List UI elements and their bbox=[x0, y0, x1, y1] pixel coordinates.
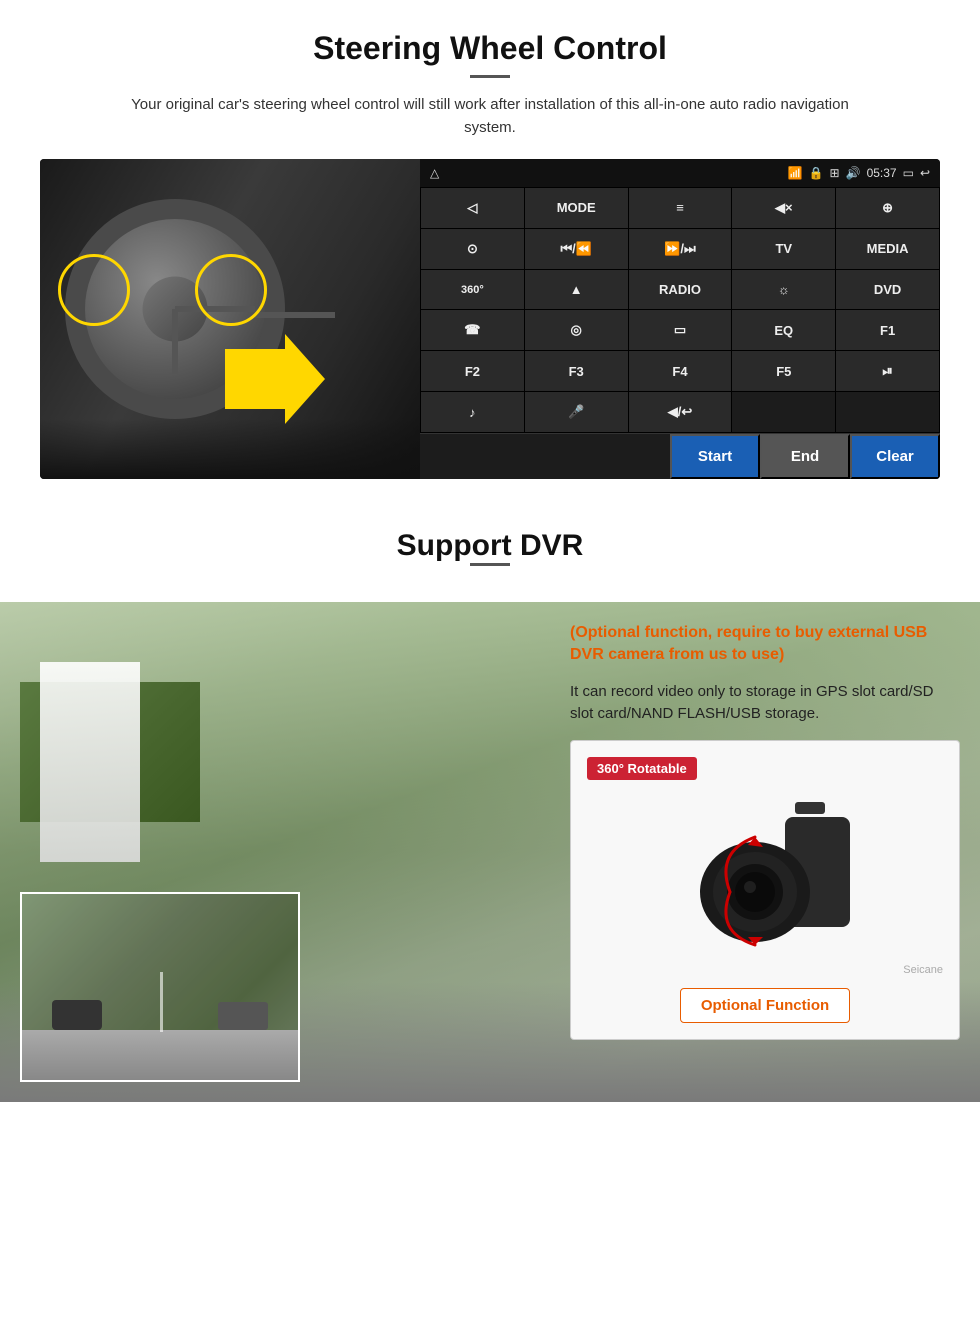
btn-360[interactable]: 360° bbox=[421, 270, 524, 310]
dvr-title: Support DVR bbox=[40, 529, 940, 563]
wifi-icon: 📶 bbox=[788, 166, 803, 180]
ui-panel: △ 📶 🔒 ⊞ 🔊 05:37 ▭ ↩ ◁ MODE ≡ bbox=[420, 159, 940, 479]
btn-row-4: ☎ ◎ ▭ EQ F1 bbox=[421, 310, 939, 350]
button-grid: ◁ MODE ≡ ◀× ⊕ ⊙ ⏮/⏪ ⏩/⏭ TV MEDIA 360° bbox=[420, 187, 940, 433]
home-icon: △ bbox=[430, 166, 439, 180]
steering-section: Steering Wheel Control Your original car… bbox=[0, 0, 980, 499]
btn-mode[interactable]: MODE bbox=[525, 188, 628, 228]
status-left: △ bbox=[430, 166, 439, 180]
clear-button[interactable]: Clear bbox=[850, 434, 940, 479]
btn-mic[interactable]: 🎤 bbox=[525, 392, 628, 432]
btn-media[interactable]: MEDIA bbox=[836, 229, 939, 269]
inset-car-2 bbox=[218, 1002, 268, 1030]
watermark: Seicane bbox=[587, 964, 943, 976]
btn-f5[interactable]: F5 bbox=[732, 351, 835, 391]
time-display: 05:37 bbox=[867, 166, 897, 180]
steering-demo: △ 📶 🔒 ⊞ 🔊 05:37 ▭ ↩ ◁ MODE ≡ bbox=[40, 159, 940, 479]
btn-f1[interactable]: F1 bbox=[836, 310, 939, 350]
spoke-down bbox=[172, 309, 178, 374]
btn-row-3: 360° ▲ RADIO ☼ DVD bbox=[421, 270, 939, 310]
highlight-right bbox=[195, 254, 267, 326]
dvr-section: Support DVR (Optional function, require … bbox=[0, 499, 980, 1102]
btn-phone[interactable]: ☎ bbox=[421, 310, 524, 350]
btn-row-2: ⊙ ⏮/⏪ ⏩/⏭ TV MEDIA bbox=[421, 229, 939, 269]
dvr-inset-video bbox=[20, 892, 300, 1082]
btn-menu[interactable]: ≡ bbox=[629, 188, 732, 228]
sound-icon: 🔊 bbox=[846, 166, 861, 180]
btn-radio[interactable]: RADIO bbox=[629, 270, 732, 310]
back-icon: ↩ bbox=[920, 166, 930, 180]
dvr-background: (Optional function, require to buy exter… bbox=[0, 602, 980, 1102]
window-icon: ▭ bbox=[903, 166, 914, 180]
steering-description: Your original car's steering wheel contr… bbox=[115, 94, 865, 139]
btn-eq[interactable]: EQ bbox=[732, 310, 835, 350]
dvr-optional-text: (Optional function, require to buy exter… bbox=[570, 622, 960, 667]
steering-title: Steering Wheel Control bbox=[40, 30, 940, 67]
lock-icon: 🔒 bbox=[809, 166, 824, 180]
btn-internet[interactable]: ◎ bbox=[525, 310, 628, 350]
btn-nav[interactable]: ◁ bbox=[421, 188, 524, 228]
btn-row-5: F2 F3 F4 F5 ⏯ bbox=[421, 351, 939, 391]
badge-360: 360° Rotatable bbox=[587, 757, 697, 780]
start-button[interactable]: Start bbox=[670, 434, 760, 479]
inset-road-line bbox=[160, 972, 163, 1032]
action-spacer bbox=[420, 434, 670, 479]
btn-f2[interactable]: F2 bbox=[421, 351, 524, 391]
btn-prev-back[interactable]: ◀/↩ bbox=[629, 392, 732, 432]
highlight-left bbox=[58, 254, 130, 326]
btn-next[interactable]: ⏩/⏭ bbox=[629, 229, 732, 269]
btn-eject[interactable]: ▲ bbox=[525, 270, 628, 310]
badge-row: 360° Rotatable bbox=[587, 757, 943, 780]
dvr-title-area: Support DVR bbox=[0, 499, 980, 602]
dvr-divider bbox=[470, 563, 510, 566]
btn-brightness[interactable]: ☼ bbox=[732, 270, 835, 310]
action-bar: Start End Clear bbox=[420, 433, 940, 479]
btn-prev[interactable]: ⏮/⏪ bbox=[525, 229, 628, 269]
camera-svg bbox=[665, 797, 865, 947]
inset-road bbox=[22, 1030, 298, 1080]
yellow-arrow bbox=[225, 334, 325, 429]
title-divider bbox=[470, 75, 510, 78]
inset-car-1 bbox=[52, 1000, 102, 1030]
btn-apps[interactable]: ⊕ bbox=[836, 188, 939, 228]
btn-f3[interactable]: F3 bbox=[525, 351, 628, 391]
btn-dvd[interactable]: DVD bbox=[836, 270, 939, 310]
btn-tv[interactable]: TV bbox=[732, 229, 835, 269]
btn-music[interactable]: ♪ bbox=[421, 392, 524, 432]
btn-row-1: ◁ MODE ≡ ◀× ⊕ bbox=[421, 188, 939, 228]
building-left bbox=[40, 662, 140, 862]
btn-row-6: ♪ 🎤 ◀/↩ bbox=[421, 392, 939, 432]
empty-slot-2 bbox=[836, 392, 939, 432]
end-button[interactable]: End bbox=[760, 434, 850, 479]
spoke-left bbox=[255, 312, 335, 318]
dvr-camera-box: 360° Rotatable bbox=[570, 740, 960, 1040]
btn-playpause[interactable]: ⏯ bbox=[836, 351, 939, 391]
status-right: 📶 🔒 ⊞ 🔊 05:37 ▭ ↩ bbox=[788, 166, 930, 180]
btn-settings[interactable]: ⊙ bbox=[421, 229, 524, 269]
grid-icon: ⊞ bbox=[830, 166, 840, 180]
dvr-desc-text: It can record video only to storage in G… bbox=[570, 681, 960, 726]
camera-image bbox=[655, 792, 875, 952]
btn-mute[interactable]: ◀× bbox=[732, 188, 835, 228]
steering-photo bbox=[40, 159, 420, 479]
optional-function-badge: Optional Function bbox=[680, 988, 850, 1023]
empty-slot-1 bbox=[732, 392, 835, 432]
btn-screen[interactable]: ▭ bbox=[629, 310, 732, 350]
btn-f4[interactable]: F4 bbox=[629, 351, 732, 391]
status-bar: △ 📶 🔒 ⊞ 🔊 05:37 ▭ ↩ bbox=[420, 159, 940, 187]
dvr-info-panel: (Optional function, require to buy exter… bbox=[550, 602, 980, 1102]
